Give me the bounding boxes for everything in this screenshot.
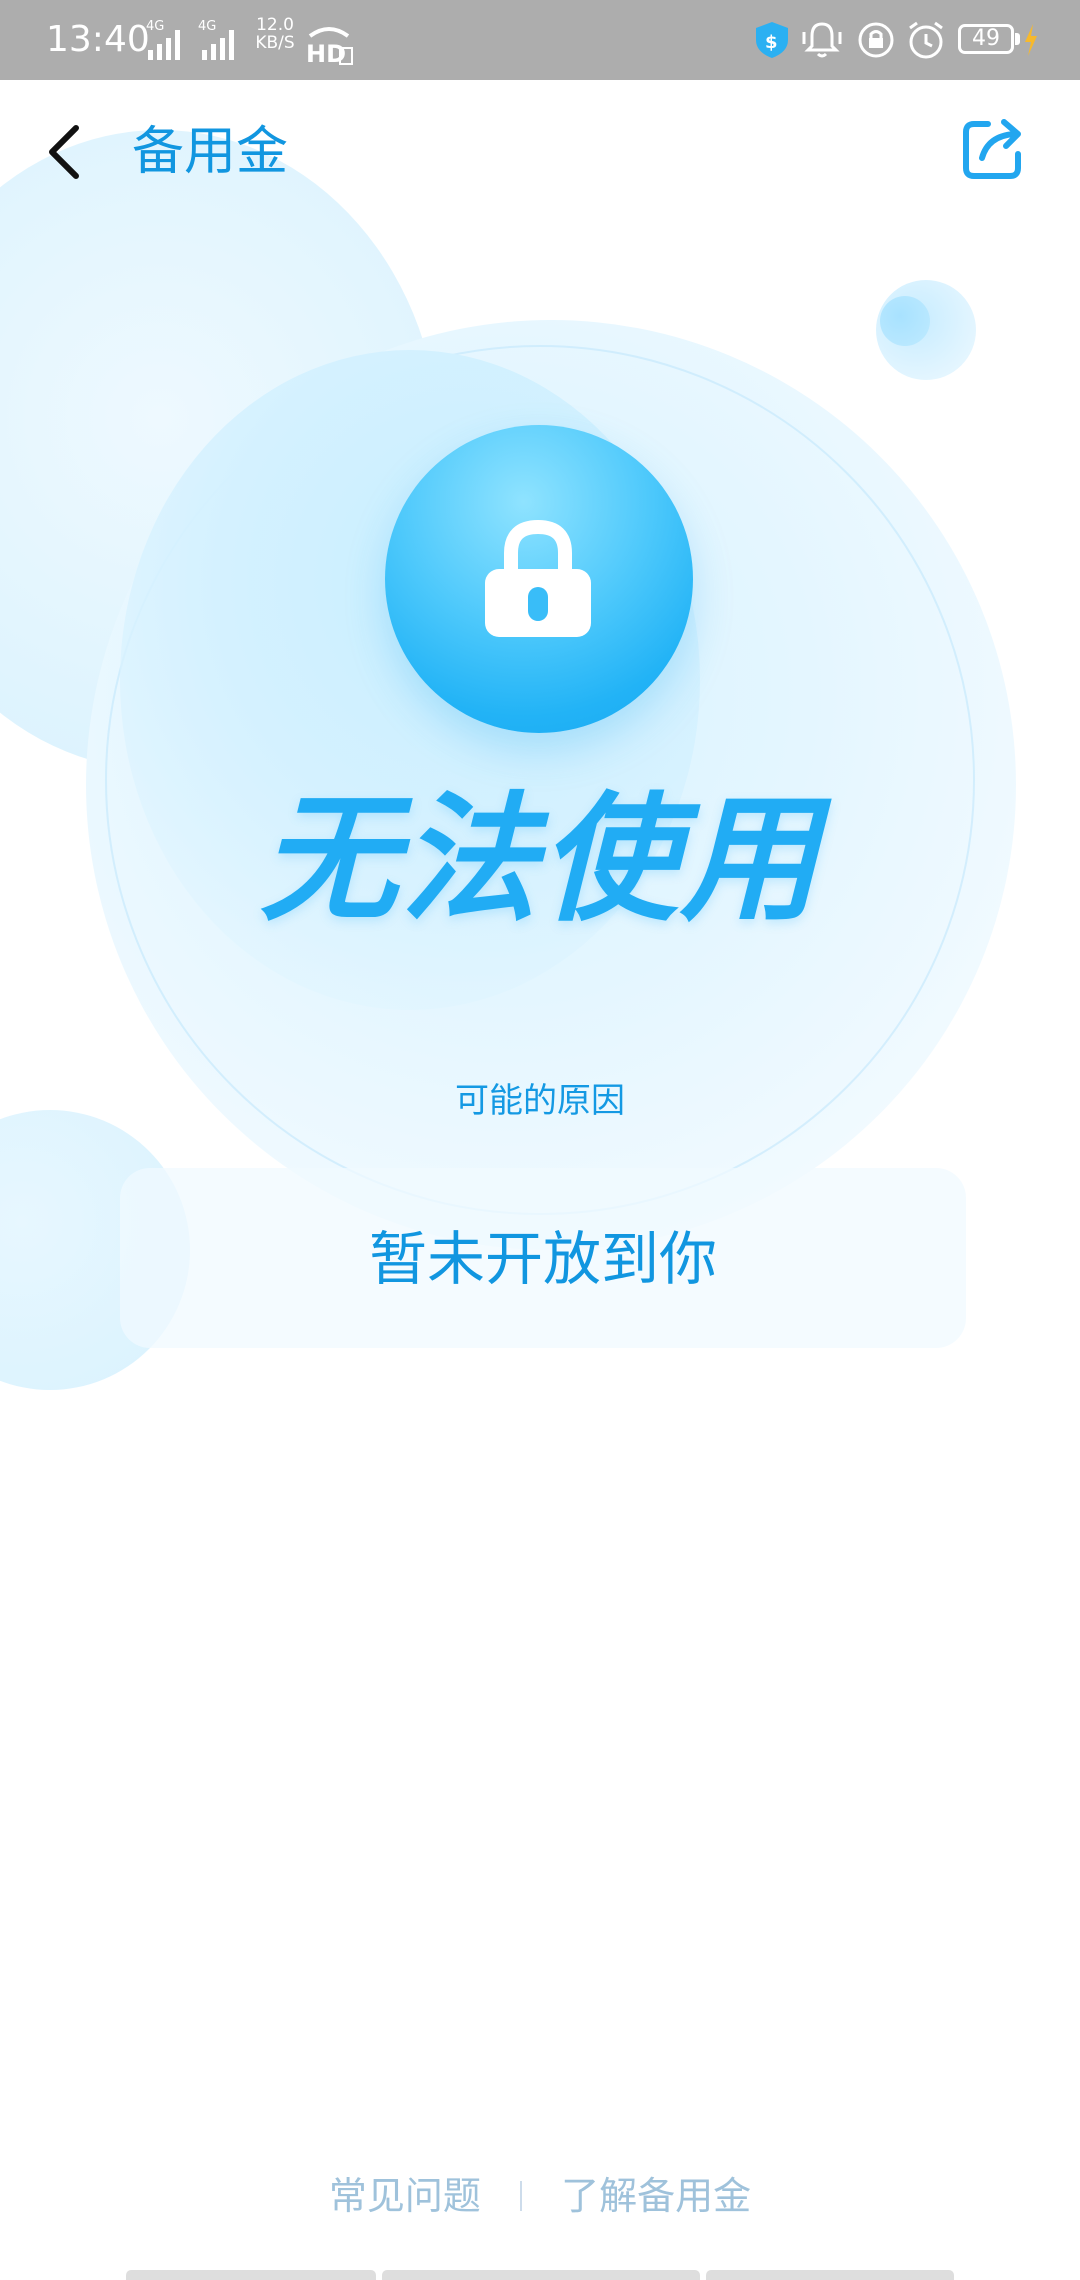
lock-icon bbox=[485, 519, 591, 637]
footer-divider bbox=[520, 2181, 522, 2211]
reason-card: 暂未开放到你 bbox=[120, 1168, 966, 1348]
bottom-bar-segment bbox=[706, 2270, 954, 2280]
security-shield-icon: $ bbox=[750, 18, 794, 62]
lock-badge bbox=[385, 425, 693, 733]
status-bar: 13:40 4G 4G 12.0 KB/S HD $ 49 bbox=[0, 0, 1080, 80]
battery-icon: 49 bbox=[958, 24, 1040, 58]
vibrate-bell-icon bbox=[800, 18, 844, 62]
network-speed: 12.0 KB/S bbox=[255, 15, 295, 53]
bottom-tab-strip bbox=[126, 2270, 954, 2280]
hd-voice-icon: HD bbox=[304, 18, 354, 68]
back-button[interactable] bbox=[36, 116, 96, 188]
share-button[interactable] bbox=[958, 112, 1030, 184]
faq-link[interactable]: 常见问题 bbox=[329, 2168, 481, 2224]
status-right-icons: $ 49 bbox=[750, 18, 1040, 64]
signal-sim2-icon: 4G bbox=[198, 20, 258, 64]
reason-text: 暂未开放到你 bbox=[368, 1225, 717, 1293]
share-icon bbox=[963, 119, 1021, 179]
alarm-clock-icon bbox=[904, 18, 948, 62]
rotation-lock-icon bbox=[854, 18, 898, 62]
status-time: 13:40 bbox=[46, 19, 150, 60]
bottom-bar-segment bbox=[126, 2270, 376, 2280]
page-title: 备用金 bbox=[132, 122, 289, 182]
about-link[interactable]: 了解备用金 bbox=[561, 2168, 751, 2224]
charging-bolt-icon bbox=[1025, 24, 1037, 56]
chevron-left-icon bbox=[49, 125, 79, 179]
signal-sim1-icon: 4G bbox=[146, 20, 206, 64]
status-title: 无法使用 bbox=[259, 779, 820, 940]
footer-links: 常见问题 了解备用金 bbox=[0, 2168, 1080, 2228]
svg-text:$: $ bbox=[765, 32, 778, 53]
reason-label: 可能的原因 bbox=[455, 1081, 625, 1121]
bottom-bar-segment bbox=[382, 2270, 700, 2280]
page: 13:40 4G 4G 12.0 KB/S HD $ 49 备用金 无法使用 可… bbox=[0, 0, 1080, 2280]
decor-bubble bbox=[880, 296, 930, 346]
app-header: 备用金 bbox=[0, 80, 1080, 220]
